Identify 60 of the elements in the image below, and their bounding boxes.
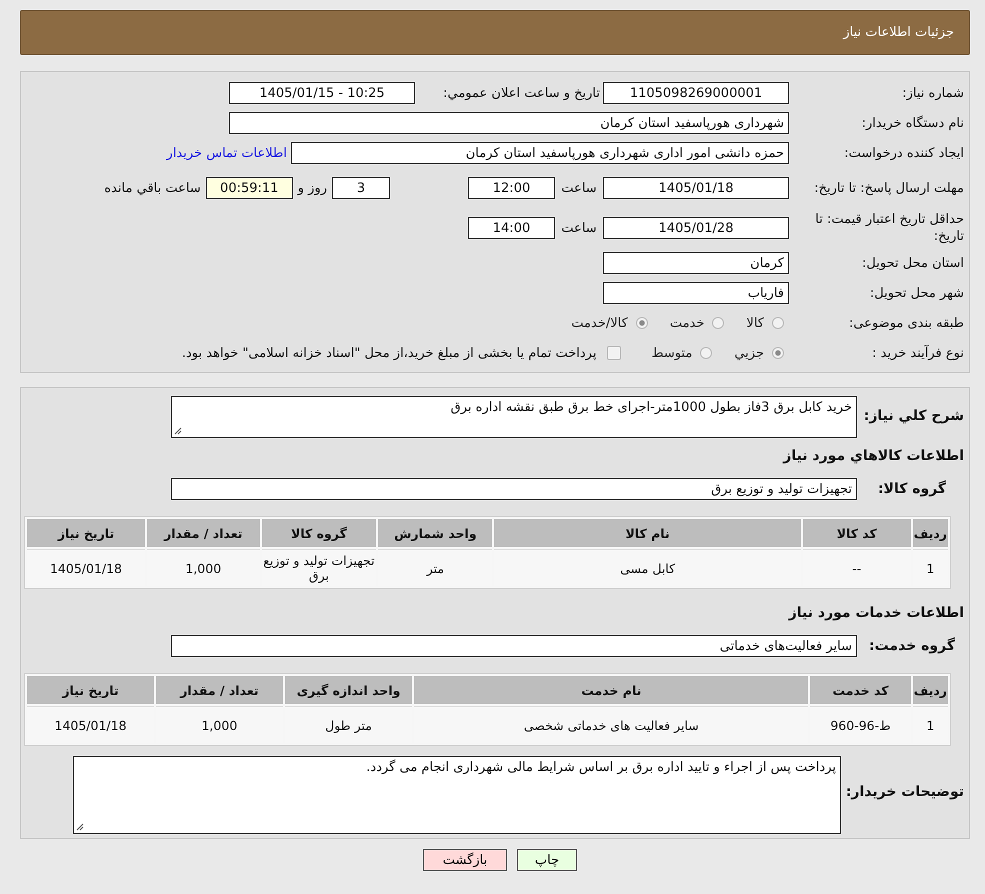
province-field: کرمان [603,252,789,274]
validity-time-field: 14:00 [468,217,555,239]
field-label: گروه خدمت: [868,638,956,654]
back-button[interactable]: بازگشت [423,849,507,871]
column-header: کد خدمت [810,676,911,704]
remaining-label: ساعت باقي مانده [104,180,201,196]
buyer-notes-textarea[interactable]: پرداخت پس از اجراء و تایید اداره برق بر اساس شرایط مالی شهرداری انجام می گردد. [73,756,841,834]
column-header: تعداد / مقدار [147,519,260,547]
goods-group-field: تجهیزات تولید و توزیع برق [171,478,857,500]
field-label: شرح کلي نیاز: [862,407,964,424]
announce-date-field: 1405/01/15 - 10:25 [229,82,415,104]
remaining-time-field: 00:59:11 [206,177,293,199]
column-header: واحد شمارش [378,519,492,547]
days-field: 3 [332,177,390,199]
column-header: واحد اندازه گیری [284,676,412,704]
buyer-org-field: شهرداری هورپاسفید استان کرمان [229,112,789,134]
column-header: کد کالا [802,519,911,547]
field-label: نوع فرآیند خرید : [871,344,964,362]
field-label: حداقل تاریخ اعتبار قیمت: تا تاریخ: [814,211,964,245]
category-radio[interactable]: کالا/خدمت [571,316,648,330]
deadline-time-field: 12:00 [468,177,555,199]
print-button[interactable]: چاپ [517,849,577,871]
column-header: گروه کالا [262,519,376,547]
section-title: اطلاعات خدمات مورد نیاز [787,604,964,623]
buyer-contact-link[interactable]: اطلاعات تماس خریدار [166,146,287,160]
need-number-field: 1105098269000001 [603,82,789,104]
category-radio[interactable]: کالا [746,316,784,330]
validity-date-field: 1405/01/28 [603,217,789,239]
field-label: توضیحات خریدار: [846,783,964,800]
time-label: ساعت [560,220,598,236]
column-header: نام کالا [494,519,801,547]
field-label: گروه کالا: [876,481,948,497]
treasury-label: پرداخت تمام یا بخشی از مبلغ خرید،از محل "اسناد خزانه اسلامی" خواهد بود. [182,346,596,360]
service-group-field: سایر فعالیت‌های خدماتی [171,635,857,657]
days-label: روز و [298,180,327,196]
field-label: ایجاد کننده درخواست: [843,144,964,162]
section-title: اطلاعات کالاهاي مورد نیاز [782,447,964,466]
column-header: ردیف [912,676,948,704]
page-title: جزئیات اطلاعات نیاز [843,25,954,40]
process-radio[interactable]: جزيي [734,346,784,360]
field-label: طبقه بندی موضوعی: [848,314,964,332]
process-radio[interactable]: متوسط [651,346,712,360]
column-header: تعداد / مقدار [156,676,283,704]
column-header: نام خدمت [414,676,808,704]
city-field: فاریاب [603,282,789,304]
field-label: شماره نیاز: [901,84,964,102]
field-label: استان محل تحویل: [861,254,964,272]
column-header: تاریخ نیاز [27,676,154,704]
time-label: ساعت [560,180,598,196]
deadline-date-field: 1405/01/18 [603,177,789,199]
field-label: نام دستگاه خریدار: [860,114,964,132]
column-header: تاریخ نیاز [27,519,145,547]
column-header: ردیف [912,519,948,547]
description-textarea[interactable]: خرید کابل برق 3فاز بطول 1000متر-اجرای خط برق طبق نقشه اداره برق [171,396,857,438]
field-label: تاریخ و ساعت اعلان عمومي: [442,86,600,100]
category-radio[interactable]: خدمت [670,316,724,330]
field-label: مهلت ارسال پاسخ: تا تاریخ: [813,180,964,196]
requester-field: حمزه دانشی امور اداری شهرداری هورپاسفید استان کرمان [291,142,789,164]
table-cell: تجهیزات تولید و توزیع برق [262,549,376,586]
field-label: شهر محل تحویل: [868,284,964,302]
